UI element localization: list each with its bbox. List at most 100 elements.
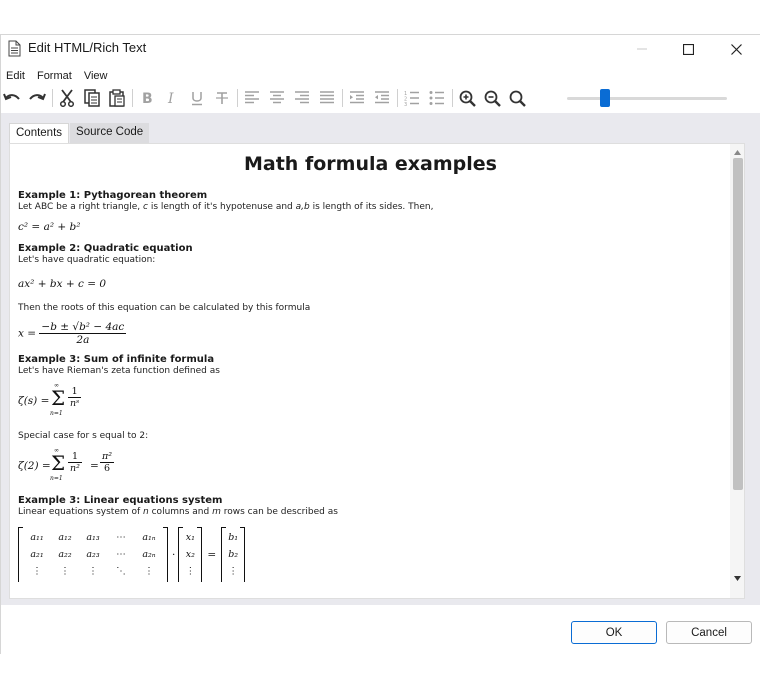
numbered-list-button[interactable]: 123 <box>401 87 423 109</box>
menu-format[interactable]: Format <box>32 70 77 82</box>
matrix-cell: ⋮ <box>144 566 154 577</box>
menu-view[interactable]: View <box>79 70 113 82</box>
matrix-row: ⋮ <box>226 563 240 580</box>
scroll-down-button[interactable] <box>730 572 744 584</box>
close-icon <box>730 43 742 55</box>
ex2-formula: ax² + bx + c = 0 <box>18 278 107 290</box>
ex3-fraction3: π² 6 <box>100 451 115 474</box>
ex1-text-part: Let ABC be a right triangle, <box>18 202 144 212</box>
cancel-button[interactable]: Cancel <box>666 621 752 644</box>
strikethrough-button[interactable] <box>211 87 233 109</box>
matrix-row: ⋮ ⋮ ⋮ ⋱ ⋮ <box>23 563 163 580</box>
ex3-zeta2-formula: ζ(2) = ∞ Σ n=1 1 n² = π² 6 <box>18 447 723 483</box>
minimize-button[interactable] <box>619 35 665 63</box>
ex3-text2: Special case for s equal to 2: <box>18 431 149 441</box>
ex4-heading: Example 3: Linear equations system <box>18 495 223 506</box>
scrollbar-thumb[interactable] <box>733 158 743 490</box>
ex2-text: Let's have quadratic equation: <box>18 255 156 265</box>
matrix-equals: = <box>207 549 217 561</box>
matrix-cell: a₂₃ <box>86 549 100 560</box>
matrix-cell: a₁₃ <box>86 532 100 543</box>
ex4-text: Linear equations system of n columns and… <box>18 507 723 517</box>
menu-bar: Edit Format View <box>1 67 114 85</box>
zoom-reset-button[interactable] <box>506 87 528 109</box>
align-left-icon <box>245 91 259 104</box>
toolbar-separator <box>132 89 133 107</box>
coefficient-matrix: a₁₁ a₁₂ a₁₃ ⋯ a₁ₙ a₂₁ a₂₂ a₂₃ ⋯ a₂ₙ ⋮ ⋮ … <box>18 527 168 582</box>
ex2-lhs: x = <box>18 327 37 340</box>
bulleted-list-button[interactable] <box>426 87 448 109</box>
close-button[interactable] <box>713 35 759 63</box>
toolbar: B I 123 <box>1 87 760 109</box>
tab-area: Contents Source Code Math formula exampl… <box>1 113 760 605</box>
matrix-cell: x₁ <box>185 532 195 543</box>
matrix-cell: b₂ <box>228 549 239 560</box>
justify-button[interactable] <box>316 87 338 109</box>
matrix-cell: ⋮ <box>228 566 238 577</box>
zoom-in-icon <box>459 90 476 107</box>
indent-icon <box>350 91 364 104</box>
matrix-cell: x₂ <box>185 549 195 560</box>
ex1-text-var: a,b <box>295 202 310 212</box>
ok-button[interactable]: OK <box>571 621 657 644</box>
toolbar-separator <box>237 89 238 107</box>
paste-icon <box>109 89 125 107</box>
matrix-cell: ⋯ <box>116 549 126 560</box>
ex4-text-part: rows can be described as <box>220 507 338 517</box>
ex3-equals: = <box>90 460 99 472</box>
ex1-text-part: is length of its sides. Then, <box>309 202 434 212</box>
dialog-footer: OK Cancel <box>1 605 760 655</box>
zoom-out-button[interactable] <box>481 87 503 109</box>
zoom-reset-icon <box>509 90 526 107</box>
zoom-in-button[interactable] <box>456 87 478 109</box>
cut-button[interactable] <box>56 87 78 109</box>
tab-source-code[interactable]: Source Code <box>70 123 150 143</box>
ex1-text: Let ABC be a right triangle, c is length… <box>18 202 723 212</box>
sum-sigma: Σ <box>51 386 66 410</box>
redo-button[interactable] <box>26 87 48 109</box>
matrix-row: b₂ <box>226 546 240 563</box>
editor-content[interactable]: Math formula examples Example 1: Pythago… <box>9 143 745 599</box>
strikethrough-icon <box>216 92 228 104</box>
maximize-button[interactable] <box>665 35 711 63</box>
scroll-up-icon <box>733 149 741 155</box>
paste-button[interactable] <box>106 87 128 109</box>
menu-edit[interactable]: Edit <box>1 70 30 82</box>
indent-button[interactable] <box>346 87 368 109</box>
matrix-cell: ⋮ <box>185 566 196 577</box>
align-center-button[interactable] <box>266 87 288 109</box>
maximize-icon <box>682 43 694 55</box>
align-right-button[interactable] <box>291 87 313 109</box>
vertical-scrollbar[interactable] <box>730 144 744 598</box>
underline-icon <box>192 92 202 106</box>
matrix-row: x₂ <box>183 546 197 563</box>
dialog-window: Edit HTML/Rich Text Edit Format View B I… <box>0 34 760 655</box>
underline-button[interactable] <box>186 87 208 109</box>
tab-contents[interactable]: Contents <box>9 123 70 143</box>
sum-sigma: Σ <box>51 451 66 475</box>
zoom-slider[interactable] <box>567 87 727 109</box>
ex2-fraction: −b ± √b² − 4ac 2a <box>39 321 127 346</box>
scroll-up-button[interactable] <box>730 146 744 158</box>
outdent-button[interactable] <box>371 87 393 109</box>
copy-button[interactable] <box>81 87 103 109</box>
italic-button[interactable]: I <box>161 87 183 109</box>
matrix-dot: · <box>172 549 176 561</box>
svg-text:I: I <box>167 91 174 106</box>
ex3-fraction2: 1 n² <box>68 451 82 474</box>
ex4-text-var: m <box>212 507 221 517</box>
align-right-icon <box>295 91 309 104</box>
zoom-slider-thumb[interactable] <box>600 89 610 107</box>
matrix-cell: a₂₁ <box>30 549 44 560</box>
toolbar-separator <box>342 89 343 107</box>
align-left-button[interactable] <box>241 87 263 109</box>
minimize-icon <box>637 48 647 50</box>
italic-icon: I <box>167 91 174 106</box>
matrix-row: a₂₁ a₂₂ a₂₃ ⋯ a₂ₙ <box>23 546 163 563</box>
variable-vector: x₁ x₂ ⋮ <box>178 527 203 582</box>
bold-button[interactable]: B <box>136 87 158 109</box>
window-title: Edit HTML/Rich Text <box>28 40 147 55</box>
undo-button[interactable] <box>1 87 23 109</box>
document: Math formula examples Example 1: Pythago… <box>18 144 723 582</box>
matrix-row: ⋮ <box>183 563 197 580</box>
